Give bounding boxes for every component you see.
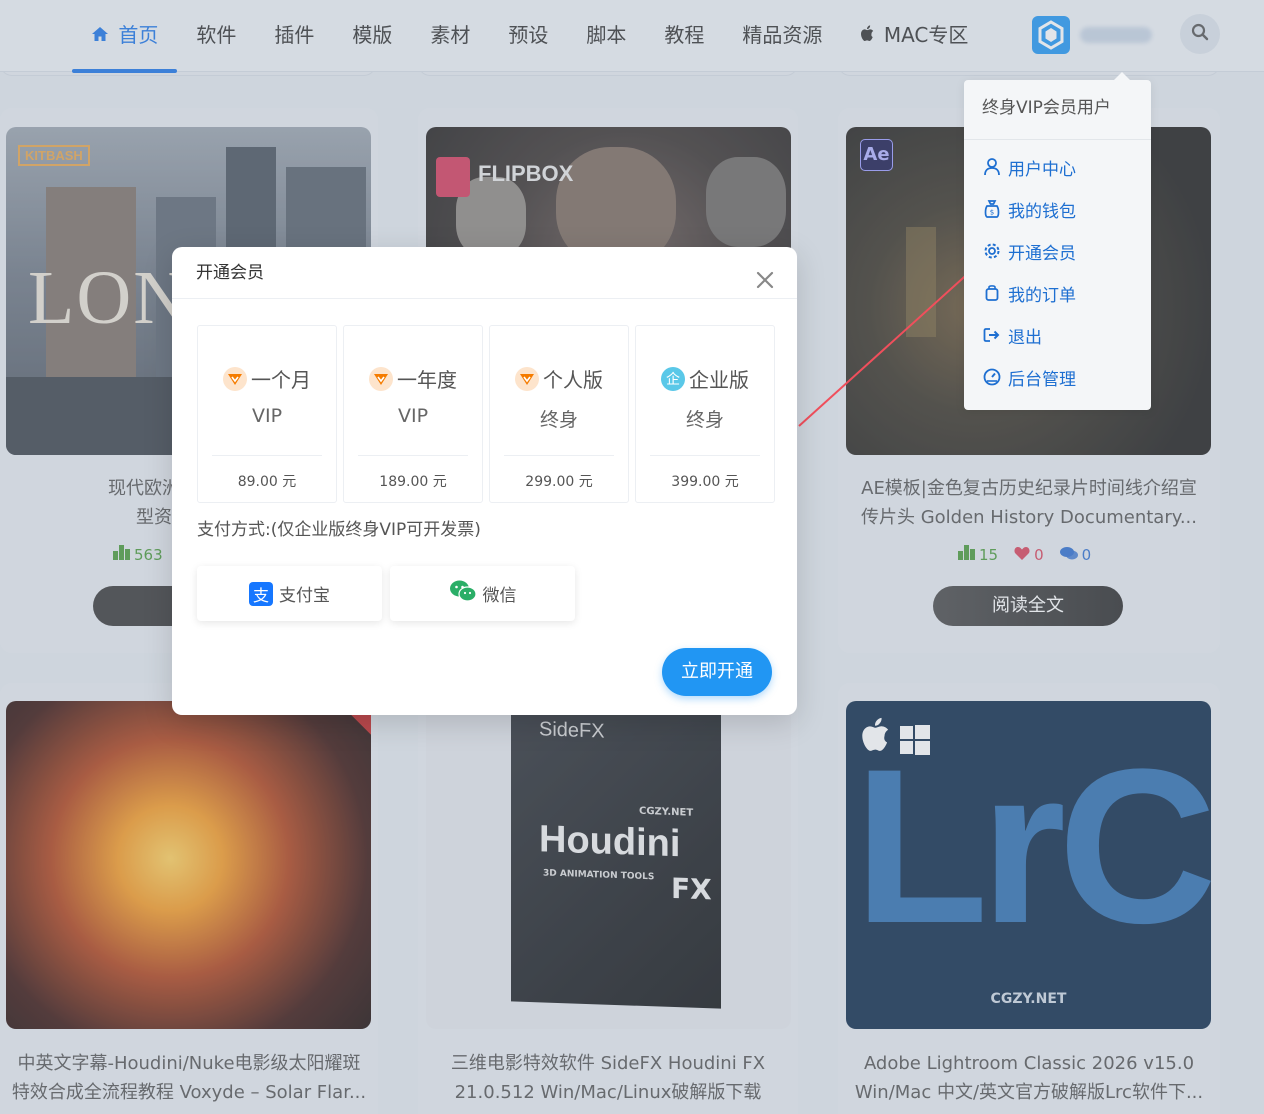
user-icon <box>982 157 1002 177</box>
dashboard-icon <box>982 367 1002 387</box>
plan-option-personal-lifetime[interactable]: 个人版 终身 299.00 元 <box>489 325 629 503</box>
plan-name-row: 个人版 <box>490 364 628 393</box>
plan-name: 一年度 <box>397 368 457 392</box>
plan-option-monthly[interactable]: 一个月 VIP 89.00 元 <box>197 325 337 503</box>
vip-badge-icon <box>223 366 247 391</box>
divider <box>650 455 760 456</box>
enterprise-badge-icon: 企 <box>661 366 685 391</box>
plan-name: 个人版 <box>543 368 603 392</box>
divider <box>504 455 614 456</box>
pay-option-label: 支付宝 <box>279 586 330 606</box>
plan-name: 一个月 <box>251 368 311 392</box>
payment-method-label: 支付方式:(仅企业版终身VIP可开发票) <box>197 520 481 540</box>
plan-option-yearly[interactable]: 一年度 VIP 189.00 元 <box>343 325 483 503</box>
plan-price: 299.00 元 <box>525 474 593 490</box>
plan-name-row: 一年度 <box>344 364 482 393</box>
dropdown-item-label: 我的订单 <box>1008 285 1076 306</box>
dropdown-item-membership[interactable]: 开通会员 <box>964 230 1151 272</box>
plan-price: 89.00 元 <box>237 474 297 490</box>
dropdown-item-label: 用户中心 <box>1008 159 1076 180</box>
modal-title: 开通会员 <box>196 263 264 283</box>
svg-text:$: $ <box>990 209 994 217</box>
vip-badge-icon <box>515 366 539 391</box>
alipay-icon: 支 <box>249 581 273 606</box>
order-icon <box>982 283 1002 303</box>
plan-options: 一个月 VIP 89.00 元 一年度 VIP 189.00 元 个人版 终身 … <box>197 325 775 503</box>
dropdown-item-label: 我的钱包 <box>1008 201 1076 222</box>
dropdown-item-label: 后台管理 <box>1008 369 1076 390</box>
plan-subtitle: 终身 <box>539 409 578 431</box>
membership-label: 终身VIP会员用户 <box>964 80 1151 140</box>
page: 首页 软件 插件 模版 素材 预设 脚本 教程 精品资源 MAC专区 KITBA… <box>0 0 1264 1114</box>
wechat-icon <box>449 579 477 608</box>
dropdown-item-label: 退出 <box>1008 327 1042 348</box>
membership-modal: 开通会员 一个月 VIP 89.00 元 一年度 VIP 189.00 元 个人… <box>172 247 797 715</box>
dropdown-item-admin[interactable]: 后台管理 <box>964 356 1151 398</box>
plan-subtitle: VIP <box>251 405 283 427</box>
plan-option-enterprise-lifetime[interactable]: 企 企业版 终身 399.00 元 <box>635 325 775 503</box>
dropdown-item-user-center[interactable]: 用户中心 <box>964 146 1151 188</box>
divider <box>212 455 322 456</box>
pay-option-alipay[interactable]: 支 支付宝 <box>197 566 382 621</box>
plan-subtitle: 终身 <box>685 409 724 431</box>
pay-option-label: 微信 <box>482 586 517 606</box>
gear-icon <box>982 241 1002 261</box>
activate-now-button[interactable]: 立即开通 <box>662 648 772 696</box>
plan-subtitle: VIP <box>397 405 429 427</box>
pay-option-wechat[interactable]: 微信 <box>390 566 575 621</box>
vip-badge-icon <box>369 366 393 391</box>
wallet-icon: $ <box>982 199 1002 219</box>
plan-price: 189.00 元 <box>379 474 447 490</box>
payment-options: 支 支付宝 微信 <box>197 566 575 621</box>
plan-name-row: 一个月 <box>198 364 336 393</box>
close-icon[interactable] <box>753 261 777 289</box>
plan-name: 企业版 <box>689 368 749 392</box>
user-dropdown-menu: 终身VIP会员用户 用户中心 $ 我的钱包 开通会员 我的订单 退出 后台管理 <box>964 72 1151 410</box>
dropdown-item-wallet[interactable]: $ 我的钱包 <box>964 188 1151 230</box>
logout-icon <box>982 325 1002 345</box>
dropdown-item-orders[interactable]: 我的订单 <box>964 272 1151 314</box>
dropdown-item-logout[interactable]: 退出 <box>964 314 1151 356</box>
divider <box>358 455 468 456</box>
plan-price: 399.00 元 <box>671 474 739 490</box>
plan-name-row: 企 企业版 <box>636 364 774 393</box>
dropdown-item-label: 开通会员 <box>1008 243 1076 264</box>
modal-header: 开通会员 <box>172 247 797 299</box>
